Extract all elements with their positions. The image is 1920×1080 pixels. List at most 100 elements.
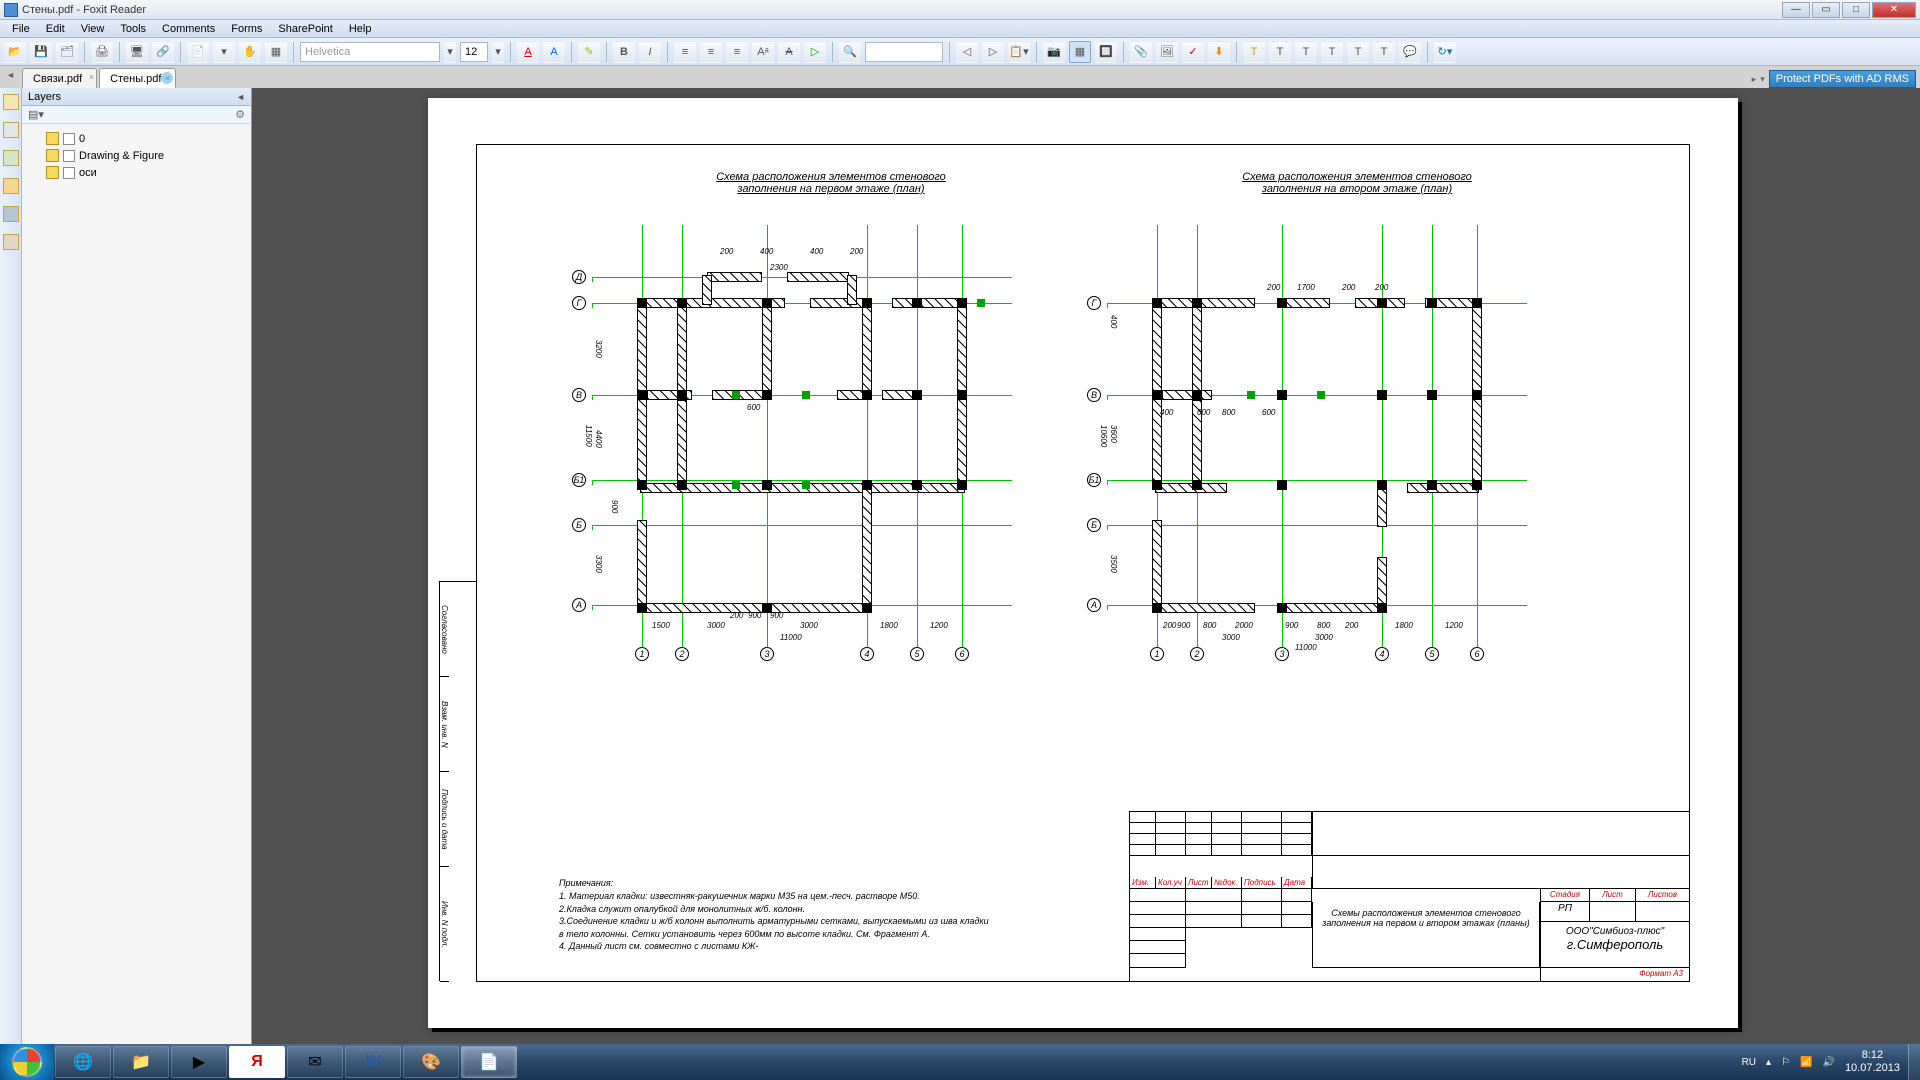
menu-sharepoint[interactable]: SharePoint (270, 23, 340, 35)
taskbar-yandex[interactable]: Я (229, 1046, 285, 1078)
email-icon[interactable]: 🖥 (126, 41, 148, 63)
menu-file[interactable]: File (4, 23, 38, 35)
layer-tools-icon[interactable]: ▤▾ (28, 108, 44, 121)
document-tabs: Связи.pdf× Стены.pdf× ▸ ▾ Protect PDFs w… (0, 66, 1920, 88)
menu-help[interactable]: Help (341, 23, 380, 35)
t3-icon[interactable]: T (1295, 41, 1317, 63)
layer-item-0[interactable]: 0 (40, 130, 251, 147)
warning-icon[interactable]: ⬇ (1208, 41, 1230, 63)
image-icon[interactable]: 🖼 (1156, 41, 1178, 63)
navigation-strip (0, 88, 22, 1048)
menu-view[interactable]: View (73, 23, 113, 35)
tab-svyazi[interactable]: Связи.pdf× (22, 68, 97, 88)
loupe-icon[interactable]: 🔲 (1095, 41, 1117, 63)
attach-icon[interactable]: 📎 (1130, 41, 1152, 63)
signatures-icon[interactable] (3, 234, 19, 250)
system-clock[interactable]: 8:12 10.07.2013 (1845, 1049, 1900, 1075)
pages-icon[interactable] (3, 122, 19, 138)
save-all-icon[interactable]: 🗂 (56, 41, 78, 63)
refresh-icon[interactable]: ↻▾ (1434, 41, 1456, 63)
protect-rms-button[interactable]: Protect PDFs with AD RMS (1769, 70, 1916, 88)
align-center-icon[interactable]: ≡ (700, 41, 722, 63)
close-button[interactable]: ✕ (1872, 2, 1916, 18)
menu-edit[interactable]: Edit (38, 23, 73, 35)
stamp-icon[interactable]: ✓ (1182, 41, 1204, 63)
layer-settings-icon[interactable]: ⚙ (235, 108, 245, 121)
link-icon[interactable]: 🔗 (152, 41, 174, 63)
text-color-icon[interactable]: A (517, 41, 539, 63)
t1-icon[interactable]: T (1243, 41, 1265, 63)
attachments-icon[interactable] (3, 206, 19, 222)
align-left-icon[interactable]: ≡ (674, 41, 696, 63)
menu-forms[interactable]: Forms (223, 23, 270, 35)
font-select[interactable]: Helvetica (300, 42, 440, 62)
tab-steny[interactable]: Стены.pdf× (99, 68, 176, 88)
menu-comments[interactable]: Comments (154, 23, 223, 35)
strikethrough-icon[interactable]: A (778, 41, 800, 63)
bold-icon[interactable]: B (613, 41, 635, 63)
next-icon[interactable]: ▷ (982, 41, 1004, 63)
bookmarks-icon[interactable] (3, 94, 19, 110)
t5-icon[interactable]: T (1347, 41, 1369, 63)
taskbar-foxit[interactable]: 📄 (461, 1046, 517, 1078)
search-input[interactable] (865, 42, 943, 62)
taskbar-word[interactable]: W (345, 1046, 401, 1078)
t6-icon[interactable]: T (1373, 41, 1395, 63)
size-dropdown-icon[interactable]: ▾ (492, 41, 504, 63)
t2-icon[interactable]: T (1269, 41, 1291, 63)
page-icon[interactable]: 📄 (187, 41, 209, 63)
layer-icon (63, 150, 75, 162)
select-tool-icon[interactable]: ▦ (265, 41, 287, 63)
taskbar-mail[interactable]: ✉ (287, 1046, 343, 1078)
layer-item-axes[interactable]: оси (40, 164, 251, 181)
network-icon[interactable]: 📶 (1800, 1057, 1812, 1068)
font-dropdown-icon[interactable]: ▾ (444, 41, 456, 63)
taskbar-paint[interactable]: 🎨 (403, 1046, 459, 1078)
find-icon[interactable]: 🔍 (839, 41, 861, 63)
eye-icon[interactable] (46, 132, 59, 145)
hand-tool-icon[interactable]: ✋ (239, 41, 261, 63)
note-icon[interactable]: 💬 (1399, 41, 1421, 63)
layers-icon[interactable] (3, 150, 19, 166)
align-right-icon[interactable]: ≡ (726, 41, 748, 63)
italic-icon[interactable]: I (639, 41, 661, 63)
taskbar-explorer[interactable]: 📁 (113, 1046, 169, 1078)
dropdown-icon[interactable]: ▾ (213, 41, 235, 63)
maximize-button[interactable]: □ (1842, 2, 1870, 18)
eye-icon[interactable] (46, 149, 59, 162)
highlight-icon[interactable]: ✎ (578, 41, 600, 63)
tab-menu-icon[interactable]: ▾ (1760, 74, 1765, 85)
close-icon[interactable]: × (161, 72, 173, 84)
tab-nav-icon[interactable]: ▸ (1752, 74, 1757, 85)
flag-icon[interactable]: ⚐ (1781, 1057, 1790, 1068)
comments-icon[interactable] (3, 178, 19, 194)
minimize-button[interactable]: — (1782, 2, 1810, 18)
menu-tools[interactable]: Tools (112, 23, 154, 35)
language-indicator[interactable]: RU (1742, 1057, 1756, 1068)
open-icon[interactable]: 📂 (4, 41, 26, 63)
prev-icon[interactable]: ◁ (956, 41, 978, 63)
restore-button[interactable]: ▭ (1812, 2, 1840, 18)
taskbar-ie[interactable]: 🌐 (55, 1046, 111, 1078)
play-icon[interactable]: ▷ (804, 41, 826, 63)
eye-icon[interactable] (46, 166, 59, 179)
t4-icon[interactable]: T (1321, 41, 1343, 63)
marquee-icon[interactable]: ▦ (1069, 41, 1091, 63)
print-icon[interactable]: 🖨 (91, 41, 113, 63)
volume-icon[interactable]: 🔊 (1822, 1057, 1834, 1068)
taskbar-wmp[interactable]: ▶ (171, 1046, 227, 1078)
tray-arrow-icon[interactable]: ▴ (1766, 1057, 1771, 1068)
layer-item-drawing[interactable]: Drawing & Figure (40, 147, 251, 164)
show-desktop-button[interactable] (1908, 1044, 1920, 1080)
font-size-input[interactable]: 12 (460, 42, 488, 62)
doc-icon[interactable]: 📋▾ (1008, 41, 1030, 63)
start-button[interactable] (0, 1044, 54, 1080)
superscript-icon[interactable]: Aᵃ (752, 41, 774, 63)
snapshot-icon[interactable]: 📷 (1043, 41, 1065, 63)
document-viewer[interactable]: Схема расположения элементов стеновогоза… (252, 88, 1920, 1048)
save-icon[interactable]: 💾 (30, 41, 52, 63)
toolbar: 📂 💾 🗂 🖨 🖥 🔗 📄 ▾ ✋ ▦ Helvetica ▾ 12 ▾ A A… (0, 38, 1920, 66)
close-icon[interactable]: × (89, 72, 94, 82)
text-color2-icon[interactable]: A (543, 41, 565, 63)
collapse-panel-icon[interactable]: ◄ (236, 92, 245, 102)
